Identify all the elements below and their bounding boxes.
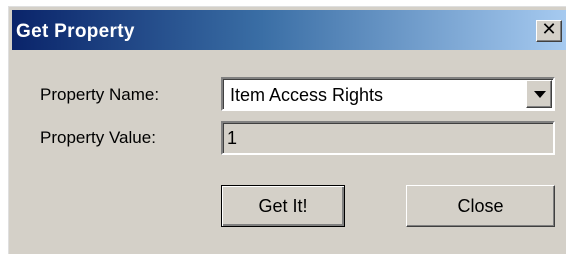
dialog-title: Get Property [16, 21, 135, 42]
close-icon: ✕ [541, 19, 557, 40]
property-value-text: 1 [227, 128, 238, 148]
dialog-window: Get Property ✕ Property Name: Item Acces… [8, 6, 566, 254]
close-window-button[interactable]: ✕ [536, 20, 562, 42]
title-bar[interactable]: Get Property ✕ [12, 10, 566, 50]
property-name-label: Property Name: [40, 85, 160, 104]
get-it-button[interactable]: Get It! [221, 185, 345, 227]
property-name-selected-value: Item Access Rights [230, 85, 384, 105]
property-name-dropdown[interactable]: Item Access Rights [221, 77, 555, 111]
property-value-label: Property Value: [40, 128, 156, 147]
get-it-button-label: Get It! [258, 195, 308, 216]
close-button[interactable]: Close [406, 185, 555, 227]
close-button-label: Close [457, 195, 504, 216]
property-value-field: 1 [221, 121, 555, 155]
chevron-down-icon [534, 91, 546, 98]
dropdown-arrow-button[interactable] [526, 80, 552, 108]
